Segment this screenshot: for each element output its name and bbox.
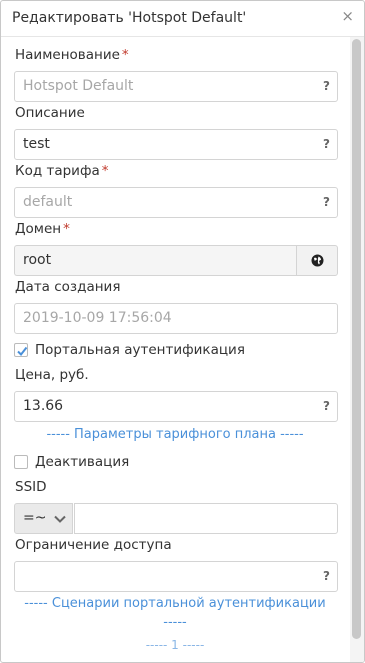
tariff-code-value: default (23, 194, 73, 210)
edit-dialog: Редактировать 'Hotspot Default' × Наимен… (0, 0, 365, 663)
chevron-down-icon (54, 515, 66, 523)
dialog-header: Редактировать 'Hotspot Default' × (1, 1, 364, 37)
ssid-label: SSID (15, 479, 47, 495)
ssid-operator-select[interactable]: =~ (14, 503, 73, 534)
tariff-params-link[interactable]: ----- Параметры тарифного плана ----- (1, 427, 349, 442)
domain-value: root (23, 252, 52, 268)
tariff-code-label: Код тарифа * (15, 163, 109, 179)
deactivation-checkbox-row[interactable]: Деактивация (14, 453, 129, 471)
required-marker: * (101, 163, 109, 179)
portal-auth-label: Портальная аутентификация (35, 342, 245, 358)
description-value: test (23, 136, 50, 152)
name-label-text: Наименование (15, 47, 120, 63)
dialog-body: Наименование * Hotspot Default ? Описание… (1, 37, 349, 662)
access-limit-label: Ограничение доступа (15, 537, 172, 553)
help-icon[interactable]: ? (323, 569, 330, 583)
price-value: 13.66 (23, 398, 64, 414)
access-limit-field[interactable]: ? (14, 561, 338, 592)
description-field[interactable]: test ? (14, 129, 338, 160)
portal-scenarios-link[interactable]: ----- Сценарии портальной аутентификации (1, 596, 349, 611)
required-marker: * (121, 47, 129, 63)
portal-scenarios-link-tail[interactable]: ----- (1, 615, 349, 630)
help-icon[interactable]: ? (323, 137, 330, 151)
dialog-title: Редактировать 'Hotspot Default' (12, 10, 247, 26)
portal-auth-checkbox-row[interactable]: Портальная аутентификация (14, 341, 245, 359)
ssid-operator-value: =~ (23, 510, 47, 526)
scrollbar-thumb[interactable] (352, 39, 361, 639)
name-label: Наименование * (15, 47, 129, 63)
portal-auth-checkbox[interactable] (14, 343, 28, 357)
ssid-input[interactable] (74, 503, 338, 534)
deactivation-checkbox[interactable] (14, 455, 28, 469)
description-label: Описание (15, 105, 85, 121)
tariff-code-field[interactable]: default ? (14, 187, 338, 218)
tariff-code-label-text: Код тарифа (15, 163, 100, 179)
scrollbar[interactable] (350, 37, 364, 662)
created-date-value: 2019-10-09 17:56:04 (23, 310, 172, 326)
name-value: Hotspot Default (23, 78, 134, 94)
deactivation-label: Деактивация (35, 454, 130, 470)
required-marker: * (63, 221, 70, 237)
help-icon[interactable]: ? (323, 79, 330, 93)
domain-label-text: Домен (15, 221, 62, 237)
help-icon[interactable]: ? (323, 195, 330, 209)
globe-icon (311, 254, 324, 267)
domain-label: Домен * (15, 221, 70, 237)
created-date-label: Дата создания (15, 279, 121, 295)
price-field[interactable]: 13.66 ? (14, 391, 338, 422)
domain-field[interactable]: root (14, 245, 296, 276)
close-icon[interactable]: × (341, 7, 354, 25)
pager[interactable]: ----- 1 ----- (1, 638, 349, 652)
domain-select-button[interactable] (296, 245, 338, 276)
price-label: Цена, руб. (15, 367, 89, 383)
checkmark-icon (17, 346, 28, 357)
name-field[interactable]: Hotspot Default ? (14, 71, 338, 102)
created-date-field: 2019-10-09 17:56:04 (14, 303, 338, 334)
help-icon[interactable]: ? (323, 399, 330, 413)
